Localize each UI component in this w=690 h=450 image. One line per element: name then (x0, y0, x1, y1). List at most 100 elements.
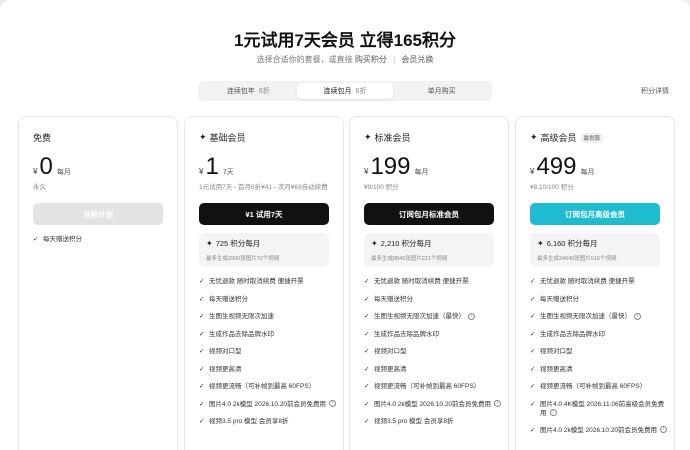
monthly-points-text: 2,210 积分每月 (380, 239, 432, 248)
tab-yearly[interactable]: 连续包年 6折 (200, 83, 297, 99)
sparkle-icon: ✦ (364, 132, 372, 142)
check-icon: ✓ (364, 383, 370, 390)
feature-text: 图片4.0 2k模型 2026.10.20前会员免费用 (374, 400, 492, 408)
plan-title: 免费 (33, 131, 51, 144)
feature-item: ✓ 图片4.0 4K模型 2026.11.06前高级会员免费用 i (530, 400, 670, 426)
feature-text: 生成作品去除品牌水印 (209, 330, 274, 338)
feature-list: ✓ 无忧退款 随时取消续费 便捷开票 ✓ 每天赠送积分 ✓ 生图生视频无限次加速（最快… (530, 277, 670, 443)
monthly-points-box: ✦ 6,160 积分每月 最多生成24640张图片616个视频 (530, 233, 660, 267)
plan-title-text: 标准会员 (374, 133, 411, 143)
feature-text: 无忧退款 随时取消续费 便捷开票 (209, 278, 304, 285)
check-icon: ✓ (364, 330, 370, 338)
price-period: 每月 (414, 169, 429, 176)
check-icon: ✓ (530, 278, 536, 285)
price-amount: 199 (370, 153, 411, 180)
tab-single-month[interactable]: 单月购买 (393, 83, 490, 99)
plan-title-text: 高级会员 (540, 133, 577, 143)
feature-item: ✓ 视频更高清 (364, 365, 504, 383)
trial-7-days-button[interactable]: ¥1 试用7天 (199, 203, 329, 225)
current-plan-button[interactable]: 当前计划 (33, 203, 163, 225)
plan-price: ¥ 0 每月 (33, 153, 71, 181)
plan-title: ✦ 标准会员 (364, 131, 411, 144)
feature-text: 视频更高清 (209, 365, 242, 373)
monthly-points-detail: 最多生成2900张图片72个视频 (206, 256, 280, 262)
feature-list: ✓ 无忧退款 随时取消续费 便捷开票 ✓ 每天赠送积分 ✓ 生图生视频无限次加速 ✓ 生… (199, 277, 339, 435)
feature-item: ✓ 视频更高清 (199, 365, 339, 383)
price-amount: 0 (39, 153, 53, 180)
check-icon: ✓ (364, 400, 370, 408)
feature-item: ✓ 生图生视频无限次加速 (199, 312, 339, 330)
tab-label: 连续包年 (226, 88, 255, 95)
monthly-points-text: 6,160 积分每月 (546, 239, 598, 248)
feature-item: ✓ 视频3.5 pro 模型 会员享8折 (364, 417, 504, 435)
feature-item: ✓ 视频更流畅（可补帧到最高 60FPS） (530, 382, 670, 400)
buy-points-link[interactable]: 购买积分 (355, 55, 387, 64)
feature-text: 视频对口型 (540, 348, 573, 355)
plan-card-free: 免费 ¥ 0 每月 永久 当前计划 ✓ 每天赠送积分 (18, 116, 178, 450)
info-icon[interactable]: i (329, 400, 337, 408)
plan-card-premium: ✦ 高级会员 最划算 ¥ 499 每月 ¥8.10/100 积分 订阅包月高级会… (515, 116, 675, 450)
monthly-points: ✦ 6,160 积分每月 (537, 238, 653, 249)
feature-item: ✓ 视频对口型 (364, 347, 504, 365)
sparkle-icon: ✦ (371, 239, 378, 248)
check-icon: ✓ (364, 365, 370, 373)
subscribe-standard-button[interactable]: 订阅包月标准会员 (364, 203, 494, 225)
sparkle-icon: ✦ (530, 132, 538, 142)
price-period: 每月 (56, 169, 71, 176)
info-icon[interactable]: i (634, 312, 641, 320)
feature-list: ✓ 无忧退款 随时取消续费 便捷开票 ✓ 每天赠送积分 ✓ 生图生视频无限次加速（最快… (364, 277, 504, 435)
feature-item: ✓ 生图生视频无限次加速（最快） i (364, 312, 504, 330)
feature-item: ✓ 图片4.0 2k模型 2026.10.20前会员免费用 i (530, 426, 670, 444)
check-icon: ✓ (199, 365, 205, 373)
feature-text: 无忧退款 随时取消续费 便捷开票 (374, 278, 469, 285)
subscribe-premium-button[interactable]: 订阅包月高级会员 (530, 203, 660, 225)
feature-item: ✓ 生成作品去除品牌水印 (199, 330, 339, 348)
feature-text: 图片4.0 2k模型 2026.10.20前会员免费用 (540, 426, 658, 434)
feature-text: 生图生视频无限次加速（最快） (374, 313, 465, 320)
feature-text: 生图生视频无限次加速 (209, 313, 274, 320)
feature-item: ✓ 每天赠送积分 (33, 235, 173, 253)
redeem-membership-link[interactable]: 会员兑换 (401, 55, 433, 64)
info-icon[interactable]: i (494, 400, 502, 408)
check-icon: ✓ (530, 348, 536, 355)
currency-symbol: ¥ (33, 167, 38, 176)
tab-label: 连续包月 (323, 88, 352, 95)
price-period: 7天 (222, 169, 234, 176)
price-note: ¥9/100 积分 (364, 184, 399, 191)
price-note: 永久 (33, 184, 46, 191)
feature-item: ✓ 每天赠送积分 (199, 295, 339, 313)
sparkle-icon: ✦ (206, 239, 213, 248)
check-icon: ✓ (364, 313, 370, 320)
points-detail-link[interactable]: 积分详情 (641, 86, 669, 96)
check-icon: ✓ (530, 426, 536, 434)
feature-text: 每天赠送积分 (374, 295, 413, 303)
info-icon[interactable]: i (660, 426, 668, 434)
check-icon: ✓ (530, 295, 536, 303)
check-icon: ✓ (199, 278, 205, 285)
feature-item: ✓ 图片4.0 2k模型 2026.10.20前会员免费用 i (364, 400, 504, 418)
pricing-page: 1元试用7天会员 立得165积分 选择合适你的套餐，或直接 购买积分 | 会员兑… (0, 0, 690, 450)
plan-price: ¥ 199 每月 (364, 153, 429, 181)
feature-text: 生图生视频无限次加速（最快） (540, 313, 631, 320)
feature-item: ✓ 视频更流畅（可补帧到最高 60FPS） (364, 382, 504, 400)
feature-text: 视频更流畅（可补帧到最高 60FPS） (209, 383, 316, 390)
monthly-points-detail: 最多生成8840张图片221个视频 (371, 256, 448, 262)
tab-discount: 6折 (355, 88, 367, 95)
feature-text: 每天赠送积分 (540, 295, 579, 303)
info-icon[interactable]: i (468, 312, 475, 320)
billing-period-tabs: 连续包年 6折 连续包月 6折 单月购买 (198, 81, 492, 101)
info-icon[interactable]: i (549, 409, 557, 417)
price-period: 每月 (580, 169, 595, 176)
plan-title: ✦ 高级会员 最划算 (530, 131, 604, 144)
tab-monthly[interactable]: 连续包月 6折 (296, 83, 394, 99)
check-icon: ✓ (199, 295, 205, 303)
feature-list: ✓ 每天赠送积分 (33, 235, 173, 253)
monthly-points-box: ✦ 725 积分每月 最多生成2900张图片72个视频 (199, 233, 329, 267)
feature-text: 视频3.5 pro 模型 会员享8折 (374, 418, 454, 425)
currency-symbol: ¥ (199, 167, 204, 176)
check-icon: ✓ (199, 418, 205, 425)
check-icon: ✓ (530, 400, 536, 408)
feature-text: 视频3.5 pro 模型 会员享8折 (209, 418, 289, 425)
subtitle-separator: | (393, 55, 396, 64)
feature-text: 生成作品去除品牌水印 (540, 330, 605, 338)
